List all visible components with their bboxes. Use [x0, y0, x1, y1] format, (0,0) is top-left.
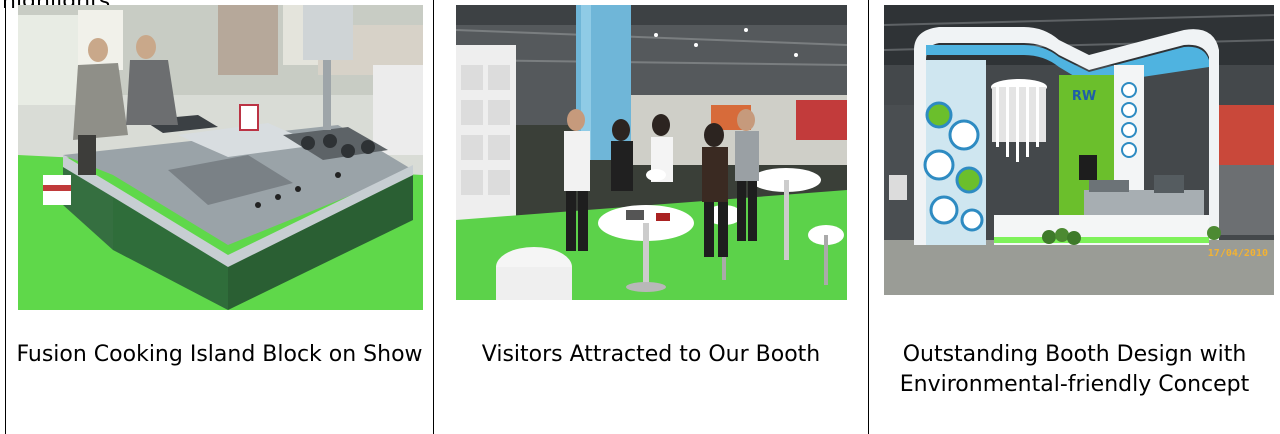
gallery-cell-cooking-island: Fusion Cooking Island Block on Show: [6, 0, 433, 434]
booth-logo: RW: [1071, 89, 1097, 104]
gallery-cell-visitors: Visitors Attracted to Our Booth: [434, 0, 868, 434]
photo-cooking-island: [18, 5, 423, 310]
photo-caption: Fusion Cooking Island Block on Show: [16, 342, 423, 367]
photo-visitors-at-booth: [456, 5, 847, 300]
photo-caption: Outstanding Booth Design with Environmen…: [899, 342, 1250, 397]
photo-booth-design: RW 17/04/2010: [884, 5, 1274, 295]
gallery-cell-booth-design: RW 17/04/2010 Outstanding Booth Design w…: [869, 0, 1280, 434]
photo-date-stamp: 17/04/2010: [1207, 248, 1268, 259]
photo-caption: Visitors Attracted to Our Booth: [481, 342, 821, 367]
